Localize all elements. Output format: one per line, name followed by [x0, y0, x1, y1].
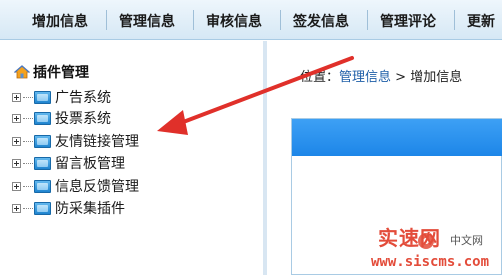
sidebar-item-label: 信息反馈管理 [55, 179, 139, 195]
sidebar-item-label: 广告系统 [55, 90, 111, 106]
tree-connector [23, 96, 33, 98]
tree-connector [23, 162, 33, 164]
folder-icon [34, 111, 51, 125]
watermark-title: 实速网 [378, 226, 441, 250]
folder-icon [34, 134, 51, 148]
nav-add-info[interactable]: 增加信息 [32, 11, 88, 31]
top-nav-bar: 增加信息 管理信息 审核信息 签发信息 管理评论 更新 [0, 0, 502, 40]
nav-separator [193, 10, 194, 30]
tree-connector [23, 185, 33, 187]
tree-connector [23, 117, 33, 119]
nav-update[interactable]: 更新 [467, 11, 495, 31]
expand-icon[interactable] [12, 136, 21, 146]
breadcrumb-current: 增加信息 [410, 70, 463, 85]
expand-icon[interactable] [12, 92, 21, 102]
expand-icon[interactable] [12, 113, 21, 123]
sidebar-item-guestbook[interactable]: 留言板管理 [12, 153, 125, 173]
sidebar-item-ad-system[interactable]: 广告系统 [12, 87, 111, 107]
nav-review-info[interactable]: 审核信息 [206, 11, 262, 31]
folder-icon [34, 90, 51, 104]
breadcrumb-link-manage-info[interactable]: 管理信息 [339, 70, 391, 85]
sidebar-item-friend-links[interactable]: 友情链接管理 [12, 131, 139, 151]
sidebar-item-label: 投票系统 [55, 111, 111, 127]
watermark-url: www.siscms.com [371, 254, 490, 270]
folder-icon [34, 201, 51, 215]
sidebar-title-label: 插件管理 [33, 65, 89, 81]
breadcrumb-separator: > [391, 70, 411, 85]
content-panel-header [292, 119, 502, 156]
sidebar-item-feedback[interactable]: 信息反馈管理 [12, 176, 139, 196]
nav-separator [280, 10, 281, 30]
sidebar-item-label: 防采集插件 [55, 201, 125, 217]
expand-icon[interactable] [12, 158, 21, 168]
tree-connector [23, 140, 33, 142]
sidebar-item-vote-system[interactable]: 投票系统 [12, 108, 111, 128]
nav-manage-info[interactable]: 管理信息 [119, 11, 175, 31]
watermark-subtitle: 中文网 [450, 234, 483, 247]
breadcrumb: 位置：管理信息 > 增加信息 [300, 66, 462, 85]
expand-icon[interactable] [12, 203, 21, 213]
nav-manage-comments[interactable]: 管理评论 [380, 11, 436, 31]
folder-icon [34, 156, 51, 170]
nav-separator [454, 10, 455, 30]
home-icon [13, 64, 31, 80]
sidebar-item-anti-scrape[interactable]: 防采集插件 [12, 198, 125, 218]
folder-icon [34, 179, 51, 193]
nav-separator [106, 10, 107, 30]
sidebar-item-label: 留言板管理 [55, 156, 125, 172]
sidebar-item-label: 友情链接管理 [55, 134, 139, 150]
breadcrumb-prefix: 位置： [300, 70, 340, 85]
nav-publish-info[interactable]: 签发信息 [293, 11, 349, 31]
expand-icon[interactable] [12, 181, 21, 191]
sidebar-title: 插件管理 [13, 62, 89, 82]
nav-separator [367, 10, 368, 30]
tree-connector [23, 207, 33, 209]
